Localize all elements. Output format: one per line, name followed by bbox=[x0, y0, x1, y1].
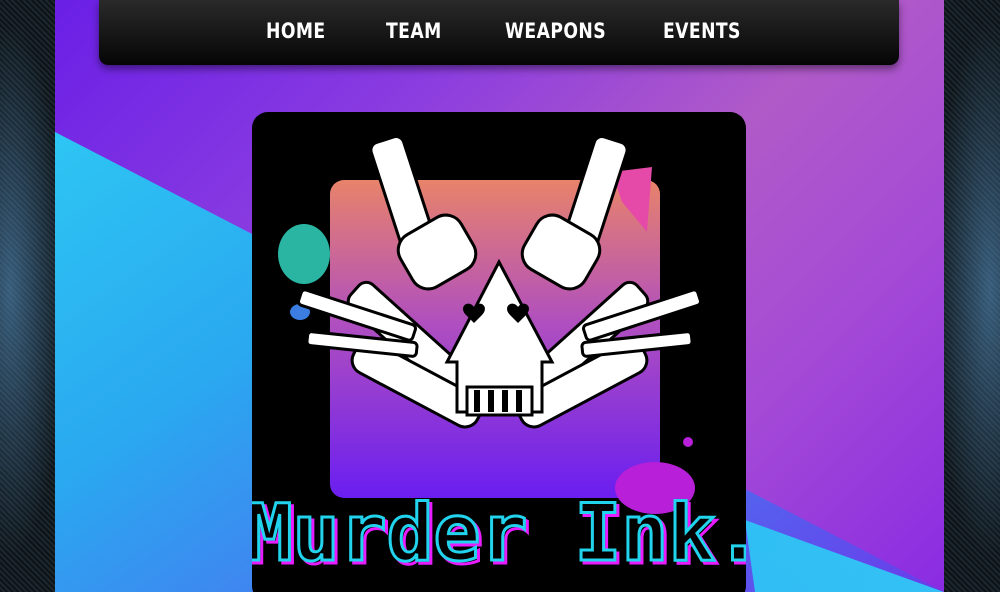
main-nav: HOME TEAM WEAPONS EVENTS bbox=[99, 0, 899, 65]
nav-team-link[interactable]: TEAM bbox=[386, 19, 442, 43]
nav-events-link[interactable]: EVENTS bbox=[663, 19, 741, 43]
logo-wordmark-outline: Murder Ink. bbox=[252, 489, 746, 579]
nav-home-link[interactable]: HOME bbox=[266, 19, 326, 43]
small-magenta-splatter bbox=[683, 437, 693, 447]
teal-splatter bbox=[278, 224, 330, 284]
murder-ink-logo-art: Murder Ink. Murder Ink. bbox=[252, 135, 746, 584]
team-logo: Murder Ink. Murder Ink. bbox=[252, 112, 746, 592]
nav-weapons-link[interactable]: WEAPONS bbox=[505, 19, 606, 43]
